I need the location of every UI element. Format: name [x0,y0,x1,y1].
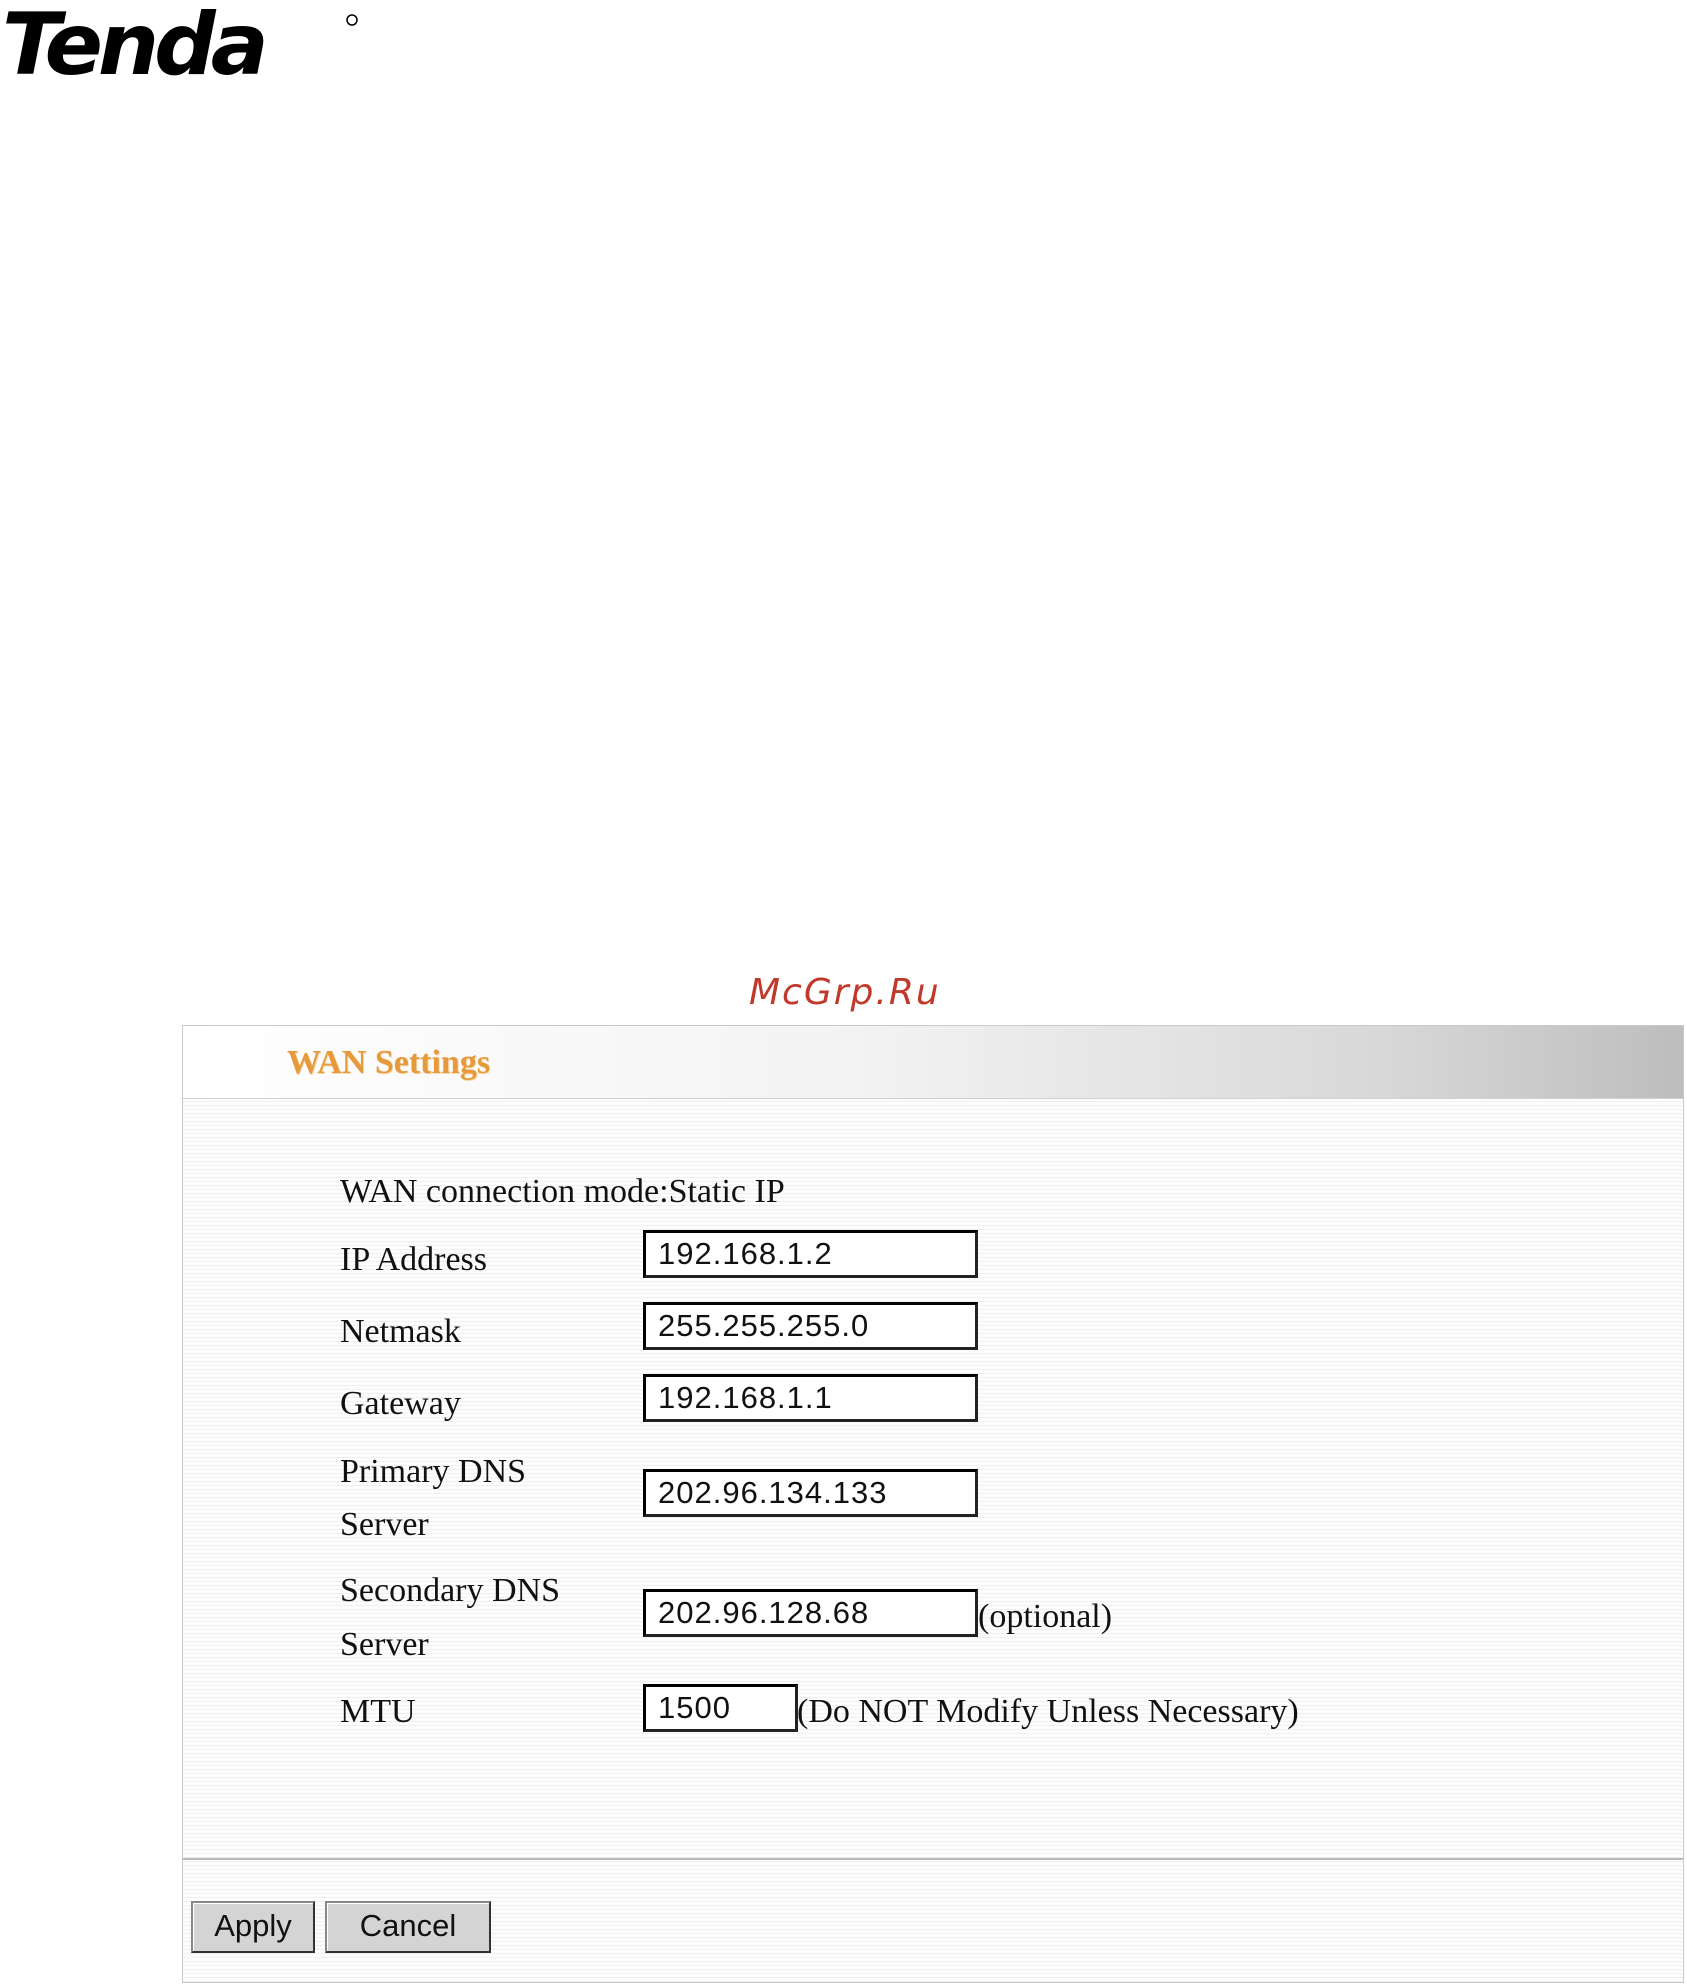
primary-dns-label-line1: Primary DNS [340,1453,527,1490]
logo-text: Tenda [2,0,264,84]
panel-divider [183,1858,1683,1861]
secondary-dns-input[interactable]: 202.96.128.68 [643,1589,978,1637]
apply-button[interactable]: Apply [191,1901,315,1953]
primary-dns-label-line2: Server [340,1506,429,1543]
cancel-button[interactable]: Cancel [325,1901,491,1953]
panel-header: WAN Settings [183,1026,1683,1099]
mtu-input[interactable]: 1500 [643,1684,798,1732]
gateway-input[interactable]: 192.168.1.1 [643,1374,978,1422]
netmask-label: Netmask [340,1313,461,1350]
wan-settings-panel: WAN Settings WAN connection mode:Static … [182,1025,1684,1983]
ip-address-label: IP Address [340,1241,488,1278]
tenda-logo: Tenda [0,0,360,84]
mtu-label: MTU [340,1693,416,1730]
connection-mode-text: WAN connection mode:Static IP [340,1173,785,1210]
ip-address-input[interactable]: 192.168.1.2 [643,1230,978,1278]
secondary-dns-label-line2: Server [340,1626,429,1663]
page-title: WAN Settings [287,1044,491,1081]
watermark: McGrp.Ru [749,972,941,1013]
secondary-dns-label-line1: Secondary DNS [340,1572,561,1609]
optional-note: (optional) [978,1598,1113,1635]
netmask-input[interactable]: 255.255.255.0 [643,1302,978,1350]
gateway-label: Gateway [340,1385,461,1422]
primary-dns-input[interactable]: 202.96.134.133 [643,1469,978,1517]
mtu-warning-note: (Do NOT Modify Unless Necessary) [797,1693,1299,1730]
